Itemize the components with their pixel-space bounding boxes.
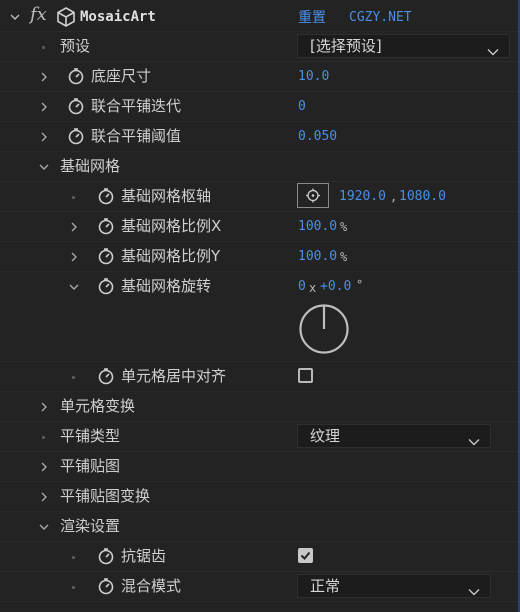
base-grid-label: 基础网格 xyxy=(60,157,121,175)
rotation-degrees-value[interactable]: +0.0 xyxy=(320,277,351,297)
row-dot xyxy=(72,196,75,199)
grid-scale-y-label: 基础网格比例Y xyxy=(121,247,221,265)
grid-scale-y-row: 基础网格比例Y 100.0 % xyxy=(0,242,518,272)
stopwatch-icon[interactable] xyxy=(97,547,115,565)
grid-rotation-row: 基础网格旋转 0 x +0.0 ° xyxy=(0,272,518,362)
chevron-right-icon[interactable] xyxy=(39,492,49,502)
blend-mode-dropdown[interactable]: 正常 xyxy=(297,574,491,598)
chevron-right-icon[interactable] xyxy=(69,222,79,232)
site-link[interactable]: CGZY.NET xyxy=(349,8,412,28)
row-dot xyxy=(72,556,75,559)
preset-row: 预设 [选择预设] xyxy=(0,32,518,62)
blend-mode-row: 混合模式 正常 xyxy=(0,572,518,602)
tile-type-dropdown[interactable]: 纹理 xyxy=(297,424,491,448)
preset-label: 预设 xyxy=(60,37,91,55)
row-dot xyxy=(72,586,75,589)
chevron-down-icon xyxy=(468,582,480,596)
effect-controls-panel: fx MosaicArt 重置 CGZY.NET 预设 [选择预设] 底座尺寸 xyxy=(0,0,520,612)
stopwatch-icon[interactable] xyxy=(67,127,85,145)
fx-icon: fx xyxy=(30,4,47,25)
stopwatch-icon[interactable] xyxy=(97,577,115,595)
blend-mode-label: 混合模式 xyxy=(121,577,182,595)
chevron-right-icon[interactable] xyxy=(39,402,49,412)
chevron-right-icon[interactable] xyxy=(69,252,79,262)
render-label: 渲染设置 xyxy=(60,517,121,535)
chevron-right-icon[interactable] xyxy=(39,462,49,472)
check-icon xyxy=(300,551,311,560)
rotation-dial[interactable] xyxy=(298,303,350,355)
stopwatch-icon[interactable] xyxy=(97,187,115,205)
union-threshold-value[interactable]: 0.050 xyxy=(298,127,337,147)
chevron-right-icon[interactable] xyxy=(39,102,49,112)
tile-map-row: 平铺贴图 xyxy=(0,452,518,482)
base-size-label: 底座尺寸 xyxy=(91,67,152,85)
chevron-down-icon xyxy=(468,432,480,446)
tile-map-transform-label: 平铺贴图变换 xyxy=(60,487,151,505)
grid-pivot-x-value[interactable]: 1920.0 xyxy=(339,187,386,207)
tile-type-row: 平铺类型 纹理 xyxy=(0,422,518,452)
stopwatch-icon[interactable] xyxy=(97,367,115,385)
tile-map-label: 平铺贴图 xyxy=(60,457,121,475)
row-dot xyxy=(42,436,45,439)
grid-pivot-y-value[interactable]: 1080.0 xyxy=(399,187,446,207)
tile-type-value: 纹理 xyxy=(310,427,341,445)
crosshair-icon[interactable] xyxy=(297,183,329,208)
union-threshold-row: 联合平铺阈值 0.050 xyxy=(0,122,518,152)
stopwatch-icon[interactable] xyxy=(97,217,115,235)
rotation-turns-value[interactable]: 0 xyxy=(298,277,306,297)
stopwatch-icon[interactable] xyxy=(97,277,115,295)
chevron-right-icon[interactable] xyxy=(39,132,49,142)
grid-pivot-separator: , xyxy=(390,190,398,204)
preset-value: [选择预设] xyxy=(310,37,382,55)
cell-transform-row: 单元格变换 xyxy=(0,392,518,422)
stopwatch-icon[interactable] xyxy=(67,97,85,115)
grid-scale-y-unit: % xyxy=(340,250,348,264)
stopwatch-icon[interactable] xyxy=(67,67,85,85)
grid-scale-x-row: 基础网格比例X 100.0 % xyxy=(0,212,518,242)
chevron-down-icon[interactable] xyxy=(10,12,20,22)
preset-dropdown[interactable]: [选择预设] xyxy=(297,34,510,58)
center-align-label: 单元格居中对齐 xyxy=(121,367,227,385)
chevron-down-icon xyxy=(487,42,499,56)
antialias-row: 抗锯齿 xyxy=(0,542,518,572)
row-dot xyxy=(42,46,45,49)
antialias-checkbox[interactable] xyxy=(298,548,313,563)
chevron-right-icon[interactable] xyxy=(39,72,49,82)
cell-transform-label: 单元格变换 xyxy=(60,397,136,415)
base-size-row: 底座尺寸 10.0 xyxy=(0,62,518,92)
union-iter-value[interactable]: 0 xyxy=(298,97,306,117)
tile-type-label: 平铺类型 xyxy=(60,427,121,445)
cube-icon xyxy=(55,6,77,28)
stopwatch-icon[interactable] xyxy=(97,247,115,265)
base-size-value[interactable]: 10.0 xyxy=(298,67,329,87)
grid-pivot-row: 基础网格枢轴 1920.0 , 1080.0 xyxy=(0,182,518,212)
grid-scale-x-unit: % xyxy=(340,220,348,234)
chevron-down-icon[interactable] xyxy=(69,282,79,292)
union-iter-row: 联合平铺迭代 0 xyxy=(0,92,518,122)
grid-scale-x-label: 基础网格比例X xyxy=(121,217,222,235)
row-dot xyxy=(72,376,75,379)
grid-scale-x-value[interactable]: 100.0 xyxy=(298,217,337,237)
grid-rotation-label: 基础网格旋转 xyxy=(121,277,212,295)
union-iter-label: 联合平铺迭代 xyxy=(91,97,182,115)
reset-button[interactable]: 重置 xyxy=(298,8,326,28)
center-align-checkbox[interactable] xyxy=(298,368,313,383)
rotation-degree-sign: ° xyxy=(356,278,364,292)
chevron-down-icon[interactable] xyxy=(39,522,49,532)
effect-name: MosaicArt xyxy=(80,9,156,25)
render-group-row: 渲染设置 xyxy=(0,512,518,542)
antialias-label: 抗锯齿 xyxy=(121,547,167,565)
tile-map-transform-row: 平铺贴图变换 xyxy=(0,482,518,512)
center-align-row: 单元格居中对齐 xyxy=(0,362,518,392)
grid-scale-y-value[interactable]: 100.0 xyxy=(298,247,337,267)
effect-header-row: fx MosaicArt 重置 CGZY.NET xyxy=(0,2,518,32)
grid-pivot-label: 基础网格枢轴 xyxy=(121,187,212,205)
base-grid-group-row: 基础网格 xyxy=(0,152,518,182)
chevron-down-icon[interactable] xyxy=(39,162,49,172)
rotation-x-label: x xyxy=(309,281,317,295)
blend-mode-value: 正常 xyxy=(310,577,341,595)
union-threshold-label: 联合平铺阈值 xyxy=(91,127,182,145)
